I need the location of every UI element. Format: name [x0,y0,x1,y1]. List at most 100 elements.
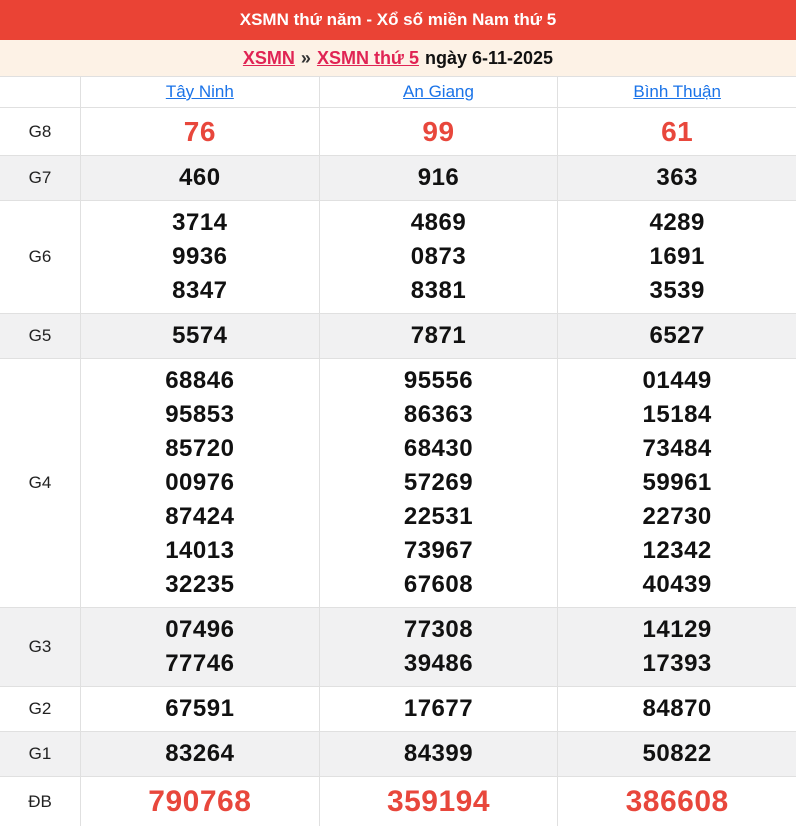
prize-number: 59961 [642,469,712,496]
prize-number: 9936 [172,243,228,270]
prize-number: 61 [661,116,694,147]
prize-number: 363 [656,164,698,191]
prize-numbers-cell: 14129 17393 [557,608,796,686]
prize-numbers-cell: 916 [318,156,558,200]
prize-number: 73967 [403,537,474,564]
prize-number: 22531 [403,503,474,530]
prize-number: 3539 [649,277,705,304]
prize-numbers-cell: 67591 [80,687,319,731]
prize-number: 76 [183,116,216,147]
prize-number: 77746 [165,650,235,677]
prize-number: 86363 [403,401,474,428]
prize-label: ĐB [28,791,52,811]
prize-numbers-cell: 68846 95853 85720 00976 87424 14013 32235 [80,359,319,607]
prize-number: 22730 [642,503,712,530]
prize-number: 4869 [410,209,467,236]
prize-number: 39486 [403,650,474,677]
results-table: Tây Ninh An Giang Bình Thuận G8 76 99 61 G7 4… [0,76,796,826]
prize-number: 8347 [172,277,228,304]
prize-number: 57269 [403,469,474,496]
prize-numbers-cell: 4869 0873 8381 [318,201,558,313]
prize-number: 386608 [625,785,729,818]
breadcrumb-date: ngày 6-11-2025 [424,47,554,68]
province-header-tay-ninh: Tây Ninh [80,77,319,107]
prize-number: 73484 [642,435,712,462]
prize-label: G2 [28,699,52,718]
prize-number: 95853 [165,401,235,428]
page-title: XSMN thứ năm - Xổ số miền Nam thứ 5 [239,10,557,29]
header-bar: XSMN thứ năm - Xổ số miền Nam thứ 5 [0,0,796,40]
prize-number: 67608 [403,571,474,598]
prize-number: 50822 [642,740,712,767]
prize-number: 99 [422,116,455,147]
prize-number: 3714 [172,209,228,236]
prize-numbers-cell: 790768 [80,777,319,826]
prize-number: 00976 [165,469,235,496]
breadcrumb: XSMN » XSMN thứ 5 ngày 6-11-2025 [0,40,796,76]
prize-number: 84870 [642,695,712,722]
prize-number: 07496 [165,616,235,643]
prize-label: G5 [28,326,52,345]
prize-number: 0873 [410,243,467,270]
table-row-g8: G8 76 99 61 [0,107,796,155]
table-row-g4: G4 68846 95853 85720 00976 87424 14013 32235 955… [0,358,796,607]
prize-number: 01449 [642,367,712,394]
prize-numbers-cell: 83264 [80,732,319,776]
prize-numbers-cell: 7871 [318,314,558,358]
table-header-row: Tây Ninh An Giang Bình Thuận [0,76,796,107]
prize-number: 95556 [403,367,474,394]
province-link-tay-ninh[interactable]: Tây Ninh [166,82,234,102]
table-row-g5: G5 5574 7871 6527 [0,313,796,358]
prize-number: 17393 [642,650,712,677]
breadcrumb-link-xsmn-thu-5[interactable]: XSMN thứ 5 [317,48,419,69]
province-header-an-giang: An Giang [318,77,558,107]
table-row-g6: G6 3714 9936 8347 4869 0873 8381 4289 1691 3539 [0,200,796,313]
prize-number: 68846 [165,367,235,394]
prize-number: 15184 [642,401,712,428]
prize-label: G1 [28,744,52,763]
table-row-g7: G7 460 916 363 [0,155,796,200]
prize-numbers-cell: 84870 [557,687,796,731]
prize-numbers-cell: 76 [80,108,319,155]
prize-number: 916 [417,164,460,191]
prize-number: 17677 [403,695,474,722]
prize-numbers-cell: 95556 86363 68430 57269 22531 73967 67608 [318,359,558,607]
prize-column-header [0,77,80,107]
prize-number: 4289 [649,209,705,236]
prize-number: 12342 [642,537,712,564]
prize-number: 77308 [403,616,474,643]
table-row-g3: G3 07496 77746 77308 39486 14129 17393 [0,607,796,686]
breadcrumb-separator: » [300,47,311,68]
prize-numbers-cell: 6527 [557,314,796,358]
prize-number: 83264 [165,740,235,767]
prize-number: 8381 [410,277,467,304]
prize-number: 6527 [649,322,705,349]
prize-number: 7871 [410,322,467,349]
prize-number: 1691 [649,243,705,270]
prize-numbers-cell: 386608 [557,777,796,826]
prize-number: 67591 [165,695,235,722]
prize-label: G6 [28,247,52,266]
prize-numbers-cell: 460 [80,156,319,200]
prize-numbers-cell: 4289 1691 3539 [557,201,796,313]
prize-number: 359194 [386,785,491,818]
prize-numbers-cell: 07496 77746 [80,608,319,686]
prize-numbers-cell: 5574 [80,314,319,358]
province-header-binh-thuan: Bình Thuận [557,77,796,107]
prize-number: 68430 [403,435,474,462]
prize-label: G8 [28,121,52,141]
breadcrumb-link-xsmn[interactable]: XSMN [243,48,295,69]
prize-number: 790768 [148,785,252,818]
prize-number: 85720 [165,435,235,462]
prize-label: G7 [28,168,52,187]
prize-numbers-cell: 363 [557,156,796,200]
table-row-g2: G2 67591 17677 84870 [0,686,796,731]
prize-number: 40439 [642,571,712,598]
results-table-body: G8 76 99 61 G7 460 916 363 G6 3714 9936 8347 4869 087… [0,107,796,826]
province-link-binh-thuan[interactable]: Bình Thuận [633,82,721,102]
prize-number: 84399 [403,740,474,767]
province-link-an-giang[interactable]: An Giang [403,82,474,102]
prize-numbers-cell: 99 [318,108,558,155]
prize-label: G4 [28,473,52,492]
prize-numbers-cell: 77308 39486 [318,608,558,686]
